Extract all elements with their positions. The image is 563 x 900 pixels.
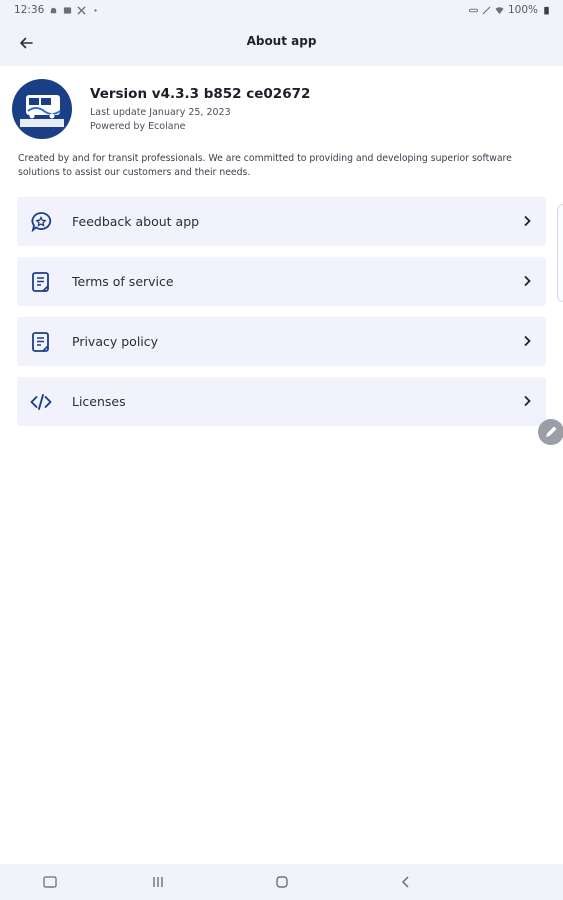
powered-by-text: Powered by Ecolane <box>90 121 186 132</box>
feedback-about-app-item[interactable]: Feedback about app <box>17 197 546 246</box>
terms-of-service-item[interactable]: Terms of service <box>17 257 546 306</box>
back-nav-button[interactable] <box>397 873 415 891</box>
menu-item-label: Terms of service <box>72 274 174 289</box>
last-update-text: Last update January 25, 2023 <box>90 107 231 118</box>
version-text: Version v4.3.3 b852 ce02672 <box>90 86 311 102</box>
privacy-policy-item[interactable]: Privacy policy <box>17 317 546 366</box>
gallery-icon <box>64 6 72 14</box>
chevron-right-icon <box>524 215 531 227</box>
menu-item-label: Licenses <box>72 394 126 409</box>
menu-item-label: Feedback about app <box>72 214 200 229</box>
app-logo <box>12 79 72 139</box>
page-title: About app <box>246 34 317 48</box>
document-icon <box>32 332 49 352</box>
menu-item-label: Privacy policy <box>72 334 159 349</box>
mute-icon <box>482 6 491 14</box>
document-icon <box>32 272 49 292</box>
licenses-item[interactable]: Licenses <box>17 377 546 426</box>
app-description: Created by and for transit professionals… <box>18 153 512 178</box>
edit-button[interactable] <box>538 419 563 445</box>
pencil-icon <box>546 426 557 437</box>
battery-icon <box>544 6 549 15</box>
chevron-left-icon <box>401 876 409 888</box>
island-transit-logo-icon <box>13 80 71 138</box>
screenshot-icon <box>43 876 57 888</box>
recent-apps-button[interactable] <box>149 873 167 891</box>
chevron-right-icon <box>524 395 531 407</box>
battery-percent: 100% <box>507 4 538 16</box>
chevron-right-icon <box>524 335 531 347</box>
edge-panel-handle[interactable] <box>557 204 563 302</box>
status-left: 12:36 <box>14 4 100 16</box>
dot-icon <box>94 8 97 12</box>
status-time: 12:36 <box>14 4 45 16</box>
recents-icon <box>153 877 163 887</box>
home-button[interactable] <box>273 873 291 891</box>
chevron-right-icon <box>524 275 531 287</box>
status-right: 100% <box>468 4 551 16</box>
home-icon <box>276 876 288 888</box>
link-icon <box>468 8 478 12</box>
app-bar: About app <box>0 20 563 66</box>
screenshot-button[interactable] <box>41 873 59 891</box>
code-icon <box>30 394 52 410</box>
wifi-icon <box>495 6 504 14</box>
status-bar: 12:36 100% <box>0 0 563 20</box>
tools-icon <box>77 5 86 15</box>
android-icon <box>51 7 57 13</box>
system-nav-bar <box>0 864 563 900</box>
feedback-star-icon <box>31 212 52 233</box>
